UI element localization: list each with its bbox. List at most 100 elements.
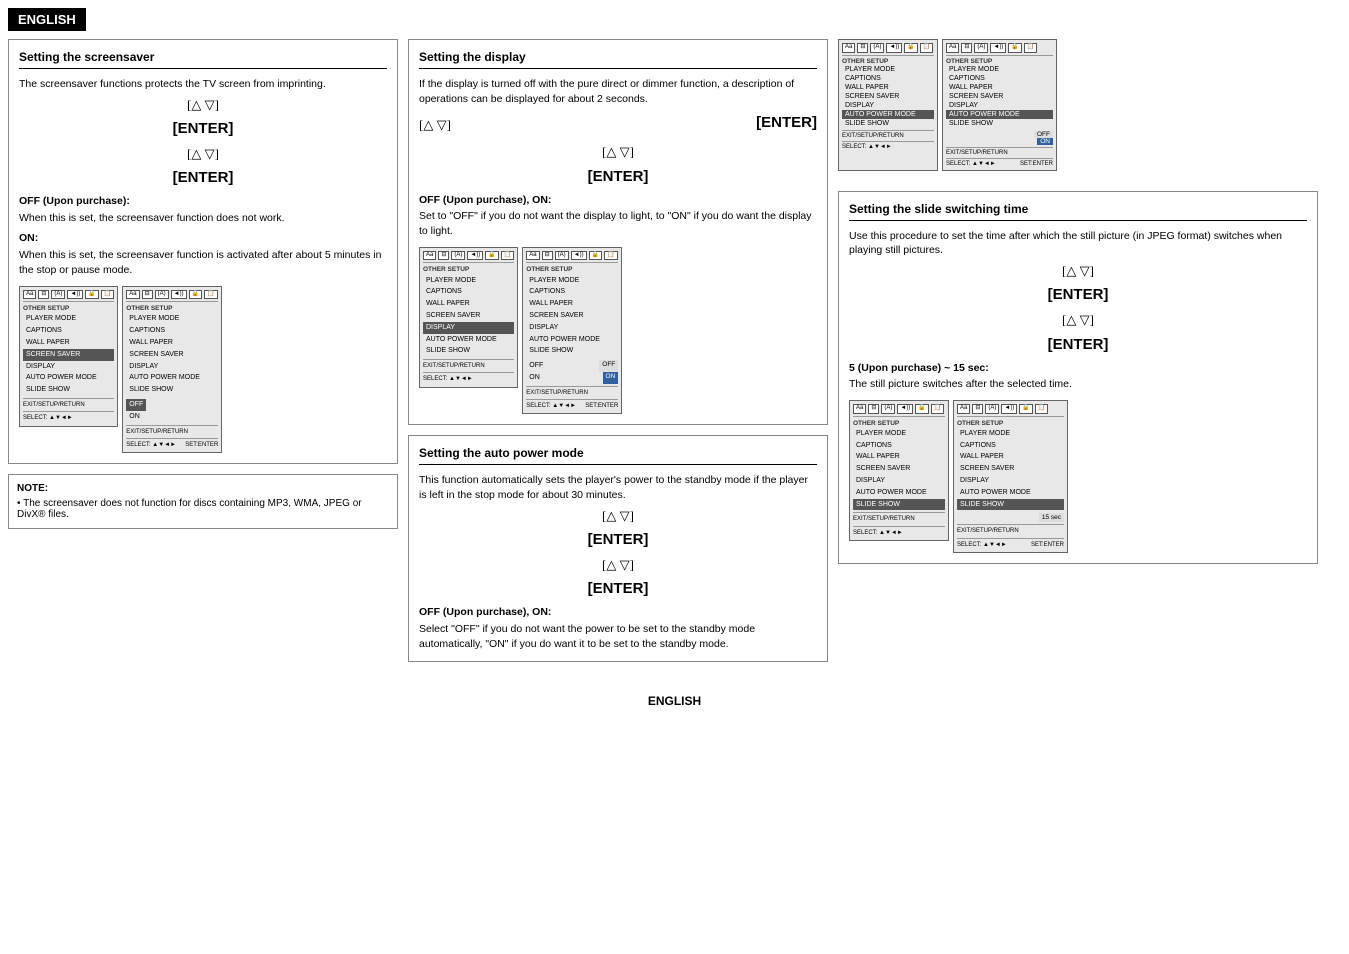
exit-label-1: EXIT/SETUP/RETURN — [23, 401, 85, 409]
display-nav2: [△ ▽] — [419, 143, 817, 161]
sls-player-mode: PLAYER MODE — [957, 428, 1064, 440]
menu-header-1: Aa ⊟ (A) ◄)) 🔒 📋 — [23, 290, 114, 303]
display-main-menu: Aa ⊟ (A) ◄)) 🔒 📋 OTHER SETUP PLAYER MODE… — [419, 247, 518, 388]
slide-nav2: [△ ▽] — [849, 311, 1307, 329]
on-option-1: ON — [126, 411, 143, 423]
slide-switch-title: Setting the slide switching time — [849, 202, 1307, 221]
auto-power-section: Setting the auto power mode This functio… — [408, 435, 828, 662]
auto-power-off-on-title: OFF (Upon purchase), ON: — [419, 605, 817, 620]
screensaver-intro: The screensaver functions protects the T… — [19, 77, 387, 92]
sls-captions: CAPTIONS — [957, 440, 1064, 452]
d-captions: CAPTIONS — [423, 286, 514, 298]
display-submenu: Aa ⊟ (A) ◄)) 🔒 📋 OTHER SETUP PLAYER MODE… — [522, 247, 622, 415]
ts-on — [946, 138, 952, 145]
speaker-icon-ds: ◄)) — [571, 251, 587, 261]
t-wall-paper: WALL PAPER — [842, 83, 934, 92]
settings-icon-sls: 📋 — [1035, 404, 1048, 414]
t-select: SELECT: ▲▼◄► — [842, 144, 892, 150]
aa-icon-ds: Aa — [526, 251, 539, 261]
top-submenu: Aa ⊟ (A) ◄)) 🔒 📋 OTHER SETUP PLAYER MODE… — [942, 39, 1057, 171]
submenu-other-setup-1: OTHER SETUP — [126, 304, 218, 313]
sls-slide-show: SLIDE SHOW — [957, 499, 1064, 511]
screensaver-off-text: When this is set, the screensaver functi… — [19, 211, 387, 226]
speaker-icon-ts: ◄)) — [990, 43, 1006, 53]
d-wall-paper: WALL PAPER — [423, 298, 514, 310]
settings-icon-sl: 📋 — [931, 404, 944, 414]
sls-screen-saver: SCREEN SAVER — [957, 463, 1064, 475]
menu-slide-show-1: SLIDE SHOW — [23, 384, 114, 396]
ts-captions: CAPTIONS — [946, 74, 1053, 83]
sl-display: DISPLAY — [853, 475, 945, 487]
sl-slide-show: SLIDE SHOW — [853, 499, 945, 511]
ds-captions: CAPTIONS — [526, 286, 618, 298]
menu-footer-1: EXIT/SETUP/RETURN — [23, 398, 114, 409]
submenu-select-1: SELECT: ▲▼◄► SET:ENTER — [126, 438, 218, 449]
note-section: NOTE: • The screensaver does not functio… — [8, 474, 398, 529]
disc-icon: ⊟ — [38, 290, 49, 300]
sls-auto-power: AUTO POWER MODE — [957, 487, 1064, 499]
ds-set-enter: SET:ENTER — [585, 402, 618, 410]
disc-icon-d: ⊟ — [438, 251, 449, 261]
select-label-1: SELECT: ▲▼◄► — [23, 414, 73, 422]
ds-player-mode: PLAYER MODE — [526, 275, 618, 287]
header-bar: ENGLISH — [0, 0, 1349, 31]
sl-auto-power: AUTO POWER MODE — [853, 487, 945, 499]
display-menu-header: Aa ⊟ (A) ◄)) 🔒 📋 — [423, 251, 514, 264]
note-bullet: • The screensaver does not function for … — [17, 498, 389, 520]
screensaver-on-title: ON: — [19, 231, 387, 246]
settings-icon-s1: 📋 — [204, 290, 217, 300]
submenu-footer-1: EXIT/SETUP/RETURN — [126, 425, 218, 436]
ts-off — [946, 131, 952, 138]
display-enter1: [ENTER] — [756, 112, 817, 133]
disc-icon-ts: ⊟ — [961, 43, 972, 53]
ts-wall-paper: WALL PAPER — [946, 83, 1053, 92]
column-1: Setting the screensaver The screensaver … — [8, 39, 398, 662]
t-captions: CAPTIONS — [842, 74, 934, 83]
top-submenu-header: Aa ⊟ (A) ◄)) 🔒 📋 — [946, 43, 1053, 56]
auto-power-enter1: [ENTER] — [419, 529, 817, 550]
sls-footer: EXIT/SETUP/RETURN — [957, 524, 1064, 535]
t-exit-label: EXIT/SETUP/RETURN — [842, 133, 904, 139]
lock-icon-sls: 🔒 — [1019, 404, 1032, 414]
sl-player-mode: PLAYER MODE — [853, 428, 945, 440]
disc-icon-ds: ⊟ — [542, 251, 553, 261]
display-nav1: [△ ▽] — [419, 116, 451, 134]
slide-submenu: Aa ⊟ (A) ◄)) 🔒 📋 OTHER SETUP PLAYER MODE… — [953, 400, 1068, 553]
t-screen-saver: SCREEN SAVER — [842, 92, 934, 101]
ds-display: DISPLAY — [526, 322, 618, 334]
submenu-slide-show-1: SLIDE SHOW — [126, 384, 218, 396]
sls-set-enter: SET:ENTER — [1031, 541, 1064, 549]
disc-icon-sl: ⊟ — [868, 404, 879, 414]
sls-select: SELECT: ▲▼◄► — [957, 541, 1007, 549]
slide-other-setup: OTHER SETUP — [853, 419, 945, 428]
d-select-label: SELECT: ▲▼◄► — [423, 372, 514, 383]
footer-label: ENGLISH — [0, 690, 1349, 712]
slide-purchase-text: The still picture switches after the sel… — [849, 377, 1307, 392]
menu-wall-paper-1: WALL PAPER — [23, 337, 114, 349]
t-auto-power: AUTO POWER MODE — [842, 110, 934, 119]
sl-exit-label: EXIT/SETUP/RETURN — [853, 515, 915, 523]
menu-auto-power-1: AUTO POWER MODE — [23, 372, 114, 384]
auto-power-intro: This function automatically sets the pla… — [419, 473, 817, 502]
aa-icon-s1: Aa — [126, 290, 139, 300]
t-slide-show: SLIDE SHOW — [842, 119, 934, 128]
ts-select-row: SELECT: ▲▼◄► SET:ENTER — [946, 158, 1053, 167]
ts-slide-show: SLIDE SHOW — [946, 119, 1053, 128]
a-icon-ts: (A) — [974, 43, 988, 53]
slide-menu-screens: Aa ⊟ (A) ◄)) 🔒 📋 OTHER SETUP PLAYER MODE… — [849, 400, 1307, 553]
d-exit-label: EXIT/SETUP/RETURN — [423, 362, 485, 370]
sls-15sec-tag: 15 sec — [1039, 513, 1064, 522]
ts-player-mode: PLAYER MODE — [946, 65, 1053, 74]
settings-icon-ds: 📋 — [604, 251, 617, 261]
slide-main-menu: Aa ⊟ (A) ◄)) 🔒 📋 OTHER SETUP PLAYER MODE… — [849, 400, 949, 541]
t-exit: EXIT/SETUP/RETURN — [842, 130, 934, 139]
ds-slide-show: SLIDE SHOW — [526, 345, 618, 357]
a-icon-t: (A) — [870, 43, 884, 53]
a-icon-sls: (A) — [985, 404, 999, 414]
menu-screen-saver-1: SCREEN SAVER — [23, 349, 114, 361]
display-title: Setting the display — [419, 50, 817, 69]
disc-icon-sls: ⊟ — [972, 404, 983, 414]
ts-footer: EXIT/SETUP/RETURN — [946, 147, 1053, 156]
a-icon-s1: (A) — [155, 290, 169, 300]
screensaver-on-text: When this is set, the screensaver functi… — [19, 248, 387, 277]
